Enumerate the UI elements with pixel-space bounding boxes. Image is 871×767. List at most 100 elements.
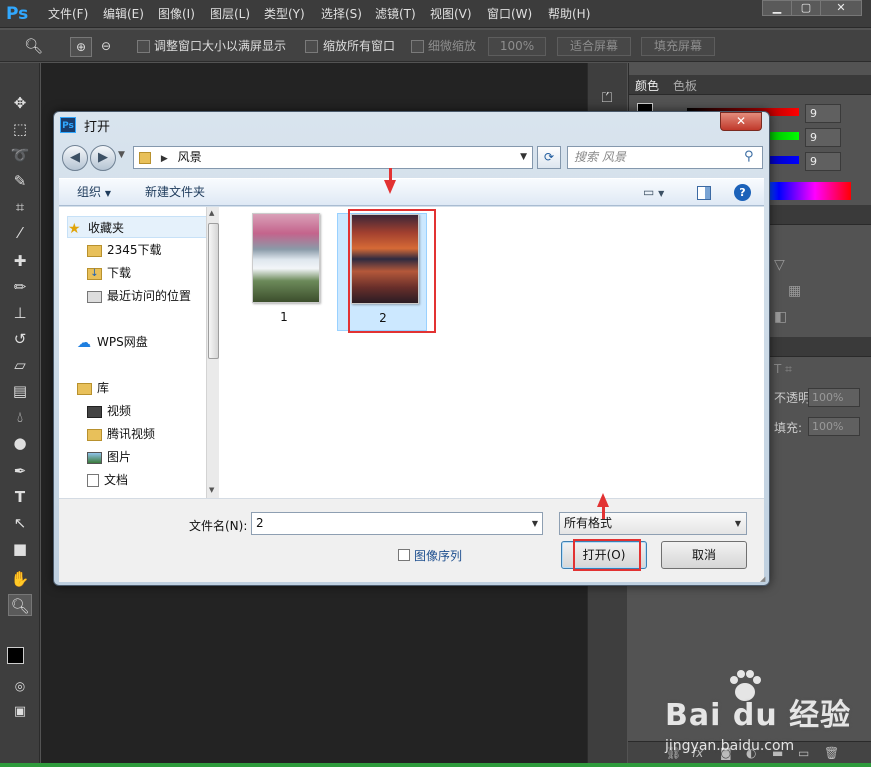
dialog-footer: 文件名(N): 2 ▼ 所有格式 ▼ 图像序列 打开(O) 取消: [59, 498, 764, 582]
view-options-icon[interactable]: ▭ ▼: [643, 179, 664, 207]
nav-favorites[interactable]: ★ 收藏夹: [67, 216, 209, 238]
scroll-up-icon[interactable]: ▲: [209, 209, 214, 217]
resize-grip-icon[interactable]: ◢: [760, 575, 768, 583]
address-field[interactable]: ▶ 风景 ▼: [133, 146, 533, 169]
fill-field[interactable]: 100%: [808, 417, 860, 436]
dialog-close-button[interactable]: ✕: [720, 112, 762, 131]
menu-help[interactable]: 帮助(H): [548, 0, 590, 28]
shape-tool-icon[interactable]: ■: [8, 538, 32, 560]
nav-scrollbar[interactable]: ▲ ▼: [206, 207, 220, 498]
eyedropper-tool-icon[interactable]: ⁄: [8, 222, 32, 244]
filetype-dropdown-icon[interactable]: ▼: [735, 513, 741, 534]
filetype-select[interactable]: 所有格式 ▼: [559, 512, 747, 535]
address-dropdown-icon[interactable]: ▼: [520, 147, 527, 168]
scroll-down-icon[interactable]: ▼: [209, 486, 214, 494]
selective-color-icon[interactable]: ▦: [788, 283, 801, 299]
close-app-button[interactable]: ✕: [820, 0, 862, 16]
nav-item-label: 下载: [107, 266, 132, 280]
help-icon[interactable]: ?: [734, 184, 751, 201]
menu-edit[interactable]: 编辑(E): [103, 0, 144, 28]
new-folder-button[interactable]: 新建文件夹: [145, 179, 205, 207]
zoom-in-icon[interactable]: ⊕: [70, 37, 92, 57]
cancel-button[interactable]: 取消: [661, 541, 747, 569]
opacity-field[interactable]: 100%: [808, 388, 860, 407]
foreground-color-swatch[interactable]: [7, 647, 24, 664]
fit-screen-button[interactable]: 适合屏幕: [557, 37, 631, 56]
menu-window[interactable]: 窗口(W): [487, 0, 532, 28]
pen-tool-icon[interactable]: ✒: [8, 460, 32, 482]
history-panel-icon[interactable]: ⏍: [598, 90, 616, 108]
zoom-tool-preset-icon[interactable]: 🔍︎: [24, 37, 46, 57]
scrubby-zoom-checkbox[interactable]: [411, 40, 424, 53]
red-value[interactable]: 9: [805, 104, 841, 123]
dodge-tool-icon[interactable]: ●: [8, 432, 32, 454]
history-brush-icon[interactable]: ↺: [8, 328, 32, 350]
pictures-icon: [87, 451, 102, 464]
minimize-button[interactable]: ▁: [762, 0, 792, 16]
blur-tool-icon[interactable]: 💧︎: [8, 406, 32, 428]
threshold-icon[interactable]: ◧: [774, 309, 787, 325]
refresh-icon[interactable]: ⟳: [537, 146, 561, 169]
path-select-tool-icon[interactable]: ↖: [8, 512, 32, 534]
menu-view[interactable]: 视图(V): [430, 0, 472, 28]
healing-brush-icon[interactable]: ✚: [8, 250, 32, 272]
nav-item-label: 图片: [107, 450, 132, 464]
quick-mask-icon[interactable]: ◎: [8, 675, 32, 697]
breadcrumb-current[interactable]: 风景: [178, 150, 202, 164]
nav-library[interactable]: 库: [77, 377, 219, 399]
filter-type-icon[interactable]: T ⌗: [774, 362, 792, 377]
move-tool-icon[interactable]: ✥: [8, 92, 32, 114]
filename-dropdown-icon[interactable]: ▼: [532, 513, 538, 534]
organize-button[interactable]: 组织 ▼: [77, 179, 111, 207]
menu-select[interactable]: 选择(S): [321, 0, 362, 28]
filename-input[interactable]: 2 ▼: [251, 512, 543, 535]
gradient-map-icon[interactable]: ▽: [774, 257, 785, 273]
green-value[interactable]: 9: [805, 128, 841, 147]
nav-item-label: 腾讯视频: [107, 427, 156, 441]
photoshop-logo: Ps: [6, 4, 29, 24]
tab-swatches[interactable]: 色板: [673, 77, 697, 94]
resize-windows-checkbox[interactable]: [137, 40, 150, 53]
quick-select-tool-icon[interactable]: ✎: [8, 170, 32, 192]
file-item-1[interactable]: 1: [239, 213, 329, 331]
menu-file[interactable]: 文件(F): [48, 0, 88, 28]
menu-filter[interactable]: 滤镜(T): [375, 0, 416, 28]
fill-screen-button[interactable]: 填充屏幕: [641, 37, 715, 56]
eraser-tool-icon[interactable]: ▱: [8, 354, 32, 376]
menu-type[interactable]: 类型(Y): [264, 0, 305, 28]
menu-bar: Ps 文件(F) 编辑(E) 图像(I) 图层(L) 类型(Y) 选择(S) 滤…: [0, 0, 871, 28]
menu-image[interactable]: 图像(I): [158, 0, 195, 28]
chevron-down-icon: ▼: [104, 189, 111, 198]
type-tool-icon[interactable]: T: [8, 486, 32, 508]
marquee-tool-icon[interactable]: ⬚: [8, 118, 32, 140]
zoom-100-button[interactable]: 100%: [488, 37, 546, 56]
watermark-url: jingyan.baidu.com: [665, 738, 795, 754]
zoom-tool-icon[interactable]: 🔍︎: [8, 594, 32, 616]
zoom-all-checkbox[interactable]: [305, 40, 318, 53]
hand-tool-icon[interactable]: ✋: [8, 568, 32, 590]
image-sequence-checkbox[interactable]: [398, 549, 410, 561]
document-icon: [87, 474, 99, 487]
file-name: 1: [280, 310, 288, 324]
blue-value[interactable]: 9: [805, 152, 841, 171]
preview-pane-icon[interactable]: [697, 186, 711, 200]
back-button[interactable]: ◀: [62, 145, 88, 171]
screen-mode-icon[interactable]: ▣: [8, 701, 32, 723]
gradient-tool-icon[interactable]: ▤: [8, 380, 32, 402]
scroll-thumb[interactable]: [208, 223, 219, 359]
lasso-tool-icon[interactable]: ➰: [8, 144, 32, 166]
nav-wps-cloud[interactable]: ☁ WPS网盘: [77, 331, 219, 353]
zoom-out-icon[interactable]: ⊖: [95, 37, 117, 57]
annotation-arrow-open: [597, 493, 609, 507]
image-sequence-label: 图像序列: [414, 549, 463, 563]
stamp-tool-icon[interactable]: ⊥: [8, 302, 32, 324]
folder-icon: [87, 244, 102, 257]
forward-button[interactable]: ▶: [90, 145, 116, 171]
search-input[interactable]: 搜索 风景: [567, 146, 763, 169]
tab-color[interactable]: 颜色: [635, 77, 659, 94]
recent-locations-icon[interactable]: ▼: [118, 150, 125, 160]
maximize-button[interactable]: ▢: [791, 0, 821, 16]
crop-tool-icon[interactable]: ⌗: [8, 196, 32, 218]
menu-layer[interactable]: 图层(L): [210, 0, 250, 28]
brush-tool-icon[interactable]: ✏: [8, 276, 32, 298]
